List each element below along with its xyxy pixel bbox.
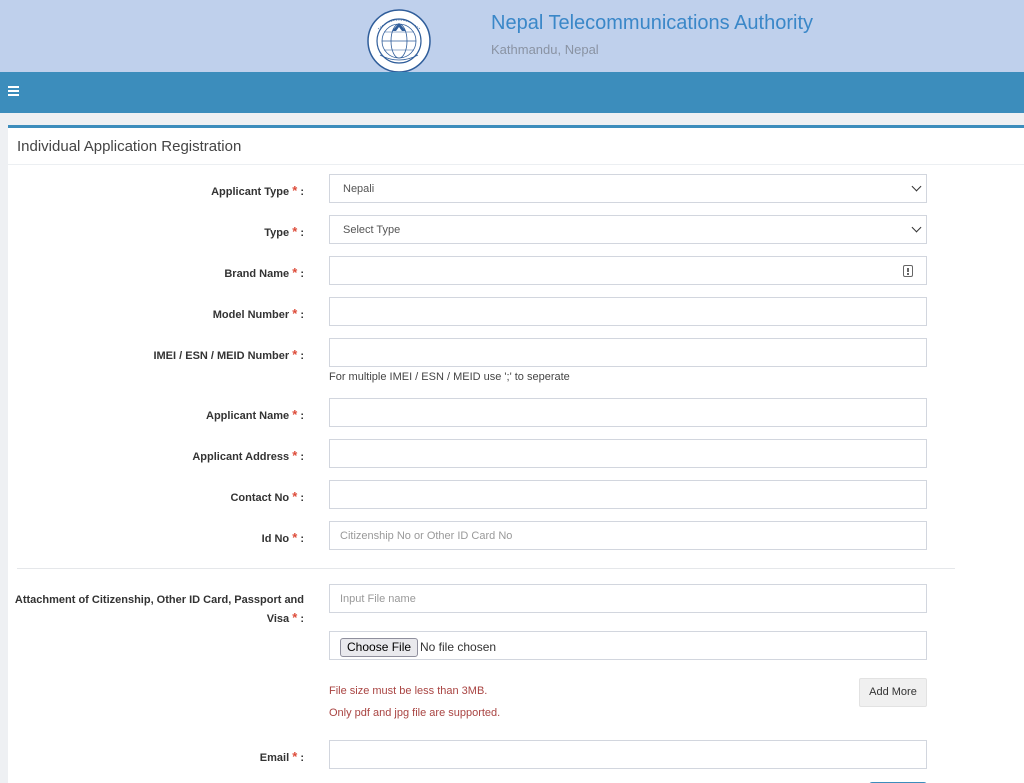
nta-logo: [367, 9, 431, 73]
hamburger-menu-icon[interactable]: [8, 84, 20, 100]
choose-file-button[interactable]: Choose File: [340, 638, 419, 657]
site-header: Nepal Telecommunications Authority Kathm…: [0, 0, 1024, 73]
email-label: Email * :: [259, 749, 304, 764]
section-divider: [17, 568, 955, 569]
registration-card: Individual Application Registration Appl…: [8, 125, 1024, 783]
applicant-name-input[interactable]: [329, 398, 927, 427]
id-no-placeholder: Citizenship No or Other ID Card No: [340, 530, 513, 542]
file-type-note: Only pdf and jpg file are supported.: [329, 707, 501, 719]
type-select[interactable]: Select Type: [329, 215, 927, 244]
add-more-button[interactable]: Add More: [859, 678, 927, 707]
email-input[interactable]: [329, 740, 927, 769]
applicant-name-label: Applicant Name * :: [206, 407, 304, 422]
file-status-text: No file chosen: [420, 640, 497, 654]
applicant-type-select[interactable]: Nepali: [329, 174, 927, 203]
contact-no-label: Contact No * :: [230, 489, 304, 504]
type-value: Select Type: [343, 224, 401, 236]
id-no-label: Id No * :: [261, 530, 304, 545]
applicant-type-label: Applicant Type * :: [211, 183, 304, 198]
brand-name-label: Brand Name * :: [224, 265, 304, 280]
contact-no-input[interactable]: [329, 480, 927, 509]
autofill-info-icon[interactable]: [903, 265, 913, 277]
applicant-address-label: Applicant Address * :: [192, 448, 304, 463]
card-header-divider: [8, 164, 1024, 165]
imei-help-text: For multiple IMEI / ESN / MEID use ';' t…: [329, 371, 570, 383]
form-title: Individual Application Registration: [17, 138, 242, 155]
file-upload-field: Choose File No file chosen: [329, 631, 927, 660]
attachment-label: Attachment of Citizenship, Other ID Card…: [14, 594, 304, 625]
file-name-input[interactable]: Input File name: [329, 584, 927, 613]
site-title: Nepal Telecommunications Authority: [491, 12, 814, 34]
imei-label: IMEI / ESN / MEID Number * :: [153, 347, 304, 362]
model-number-input[interactable]: [329, 297, 927, 326]
top-navbar: [0, 72, 1024, 113]
chevron-down-icon: [911, 181, 922, 192]
site-subtitle: Kathmandu, Nepal: [491, 42, 599, 57]
file-name-placeholder: Input File name: [340, 593, 416, 605]
model-number-label: Model Number * :: [212, 306, 304, 321]
id-no-input[interactable]: Citizenship No or Other ID Card No: [329, 521, 927, 550]
chevron-down-icon: [911, 222, 922, 233]
applicant-type-value: Nepali: [343, 183, 375, 195]
file-size-note: File size must be less than 3MB.: [329, 685, 488, 697]
brand-name-input[interactable]: [329, 256, 927, 285]
type-label: Type * :: [264, 224, 304, 239]
imei-input[interactable]: [329, 338, 927, 367]
applicant-address-input[interactable]: [329, 439, 927, 468]
